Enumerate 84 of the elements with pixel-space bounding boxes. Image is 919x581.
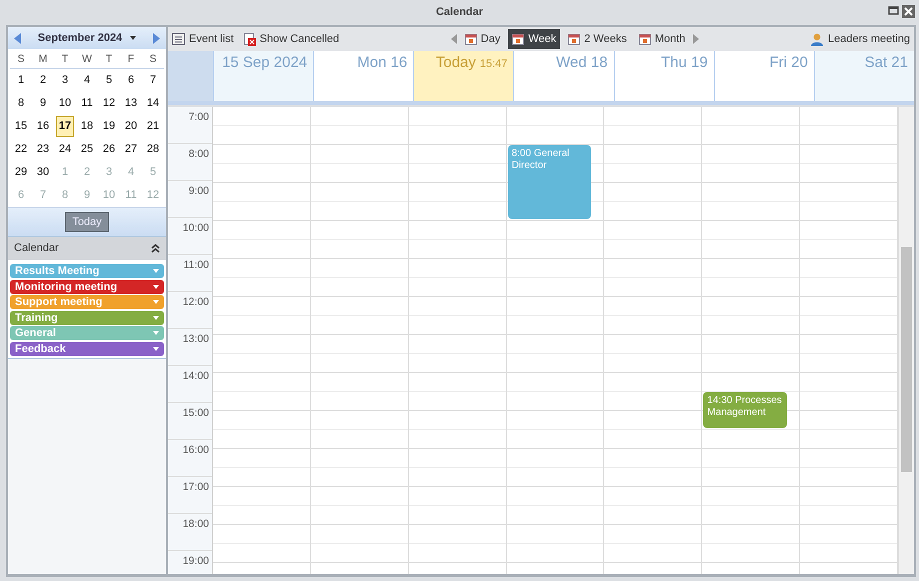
calendar-day[interactable]: 17 xyxy=(56,116,74,137)
section-title: Calendar xyxy=(14,241,59,256)
list-icon xyxy=(172,33,185,45)
month-title[interactable]: September 2024 xyxy=(38,30,122,46)
hour-label: 13:00 xyxy=(168,329,212,366)
calendar-day[interactable]: 27 xyxy=(122,139,140,160)
calendar-icon xyxy=(638,33,651,45)
calendar-day[interactable]: 29 xyxy=(12,162,30,183)
hour-label: 12:00 xyxy=(168,292,212,329)
calendar-day[interactable]: 1 xyxy=(12,70,30,91)
calendar-day[interactable]: 13 xyxy=(122,93,140,114)
weekday-label: T xyxy=(54,49,76,69)
calendar-day[interactable]: 2 xyxy=(34,70,52,91)
weekday-label: S xyxy=(142,49,164,69)
hour-label: 10:00 xyxy=(168,218,212,255)
hour-label: 9:00 xyxy=(168,181,212,218)
calendar-day[interactable]: 16 xyxy=(34,116,52,137)
calendar-day[interactable]: 10 xyxy=(56,93,74,114)
calendar-category[interactable]: Monitoring meeting xyxy=(10,280,164,294)
caret-icon[interactable] xyxy=(153,284,159,288)
calendar-icon xyxy=(512,33,524,45)
weekday-label: F xyxy=(120,49,142,69)
view-tab[interactable]: 2 Weeks xyxy=(564,28,631,50)
scrollbar[interactable] xyxy=(898,107,914,574)
user-button[interactable]: Leaders meeting xyxy=(811,30,910,48)
calendar-day[interactable]: 14 xyxy=(144,93,162,114)
hour-label: 19:00 xyxy=(168,551,212,574)
calendar-day[interactable]: 24 xyxy=(56,139,74,160)
calendar-day[interactable]: 25 xyxy=(78,139,96,160)
show-cancelled-button[interactable]: Show Cancelled xyxy=(244,30,340,48)
calendar-day[interactable]: 3 xyxy=(56,70,74,91)
calendar-day[interactable]: 21 xyxy=(144,116,162,137)
calendar-day[interactable]: 30 xyxy=(34,162,52,183)
next-arrow-icon[interactable] xyxy=(152,32,160,44)
calendar-day[interactable]: 23 xyxy=(34,139,52,160)
person-icon xyxy=(811,32,824,46)
calendar-day[interactable]: 12 xyxy=(100,93,118,114)
calendar-day[interactable]: 26 xyxy=(100,139,118,160)
previous-arrow-icon[interactable] xyxy=(450,34,457,44)
calendar-day[interactable]: 11 xyxy=(78,93,96,114)
caret-icon[interactable] xyxy=(153,300,159,304)
close-icon[interactable] xyxy=(902,5,915,18)
calendar-day[interactable]: 9 xyxy=(34,93,52,114)
window-title: Calendar xyxy=(436,5,484,20)
weekday-label: W xyxy=(76,49,98,69)
weekday-label: S xyxy=(10,49,32,69)
previous-arrow-icon[interactable] xyxy=(14,32,21,44)
view-tab[interactable]: Day xyxy=(460,28,504,50)
hour-label: 16:00 xyxy=(168,440,212,477)
scrollbar-thumb[interactable] xyxy=(901,247,912,472)
calendar-day[interactable]: 19 xyxy=(100,116,118,137)
dropdown-caret-icon[interactable] xyxy=(130,36,136,40)
hour-label: 14:00 xyxy=(168,366,212,403)
collapse-icon[interactable] xyxy=(151,244,160,253)
hour-label: 15:00 xyxy=(168,403,212,440)
calendar-day[interactable]: 6 xyxy=(122,70,140,91)
hour-label: 7:00 xyxy=(168,107,212,144)
caret-icon[interactable] xyxy=(153,269,159,273)
hour-label: 18:00 xyxy=(168,514,212,551)
calendar-day[interactable]: 20 xyxy=(122,116,140,137)
next-arrow-icon[interactable] xyxy=(693,34,700,44)
cancelled-document-icon xyxy=(244,32,256,46)
hour-label: 11:00 xyxy=(168,255,212,292)
calendar-day[interactable]: 15 xyxy=(12,116,30,137)
maximize-icon[interactable] xyxy=(888,5,899,16)
hour-label: 17:00 xyxy=(168,477,212,514)
calendar-day[interactable]: 4 xyxy=(78,70,96,91)
calendar-day[interactable]: 8 xyxy=(12,93,30,114)
hour-label: 8:00 xyxy=(168,144,212,181)
weekday-label: T xyxy=(98,49,120,69)
calendar-icon xyxy=(464,33,477,45)
event-list-button[interactable]: Event list xyxy=(172,30,234,48)
calendar-day[interactable]: 28 xyxy=(144,139,162,160)
calendar-day[interactable]: 7 xyxy=(144,70,162,91)
calendar-day[interactable]: 18 xyxy=(78,116,96,137)
calendar-day[interactable]: 22 xyxy=(12,139,30,160)
view-tab[interactable]: Week xyxy=(508,28,560,50)
calendar-category[interactable]: Feedback xyxy=(10,342,164,356)
view-tab[interactable]: Month xyxy=(634,28,690,50)
caret-icon[interactable] xyxy=(153,316,159,320)
weekday-label: M xyxy=(32,49,54,69)
caret-icon[interactable] xyxy=(153,346,159,350)
calendar-icon xyxy=(568,33,580,45)
calendar-day[interactable]: 5 xyxy=(100,70,118,91)
